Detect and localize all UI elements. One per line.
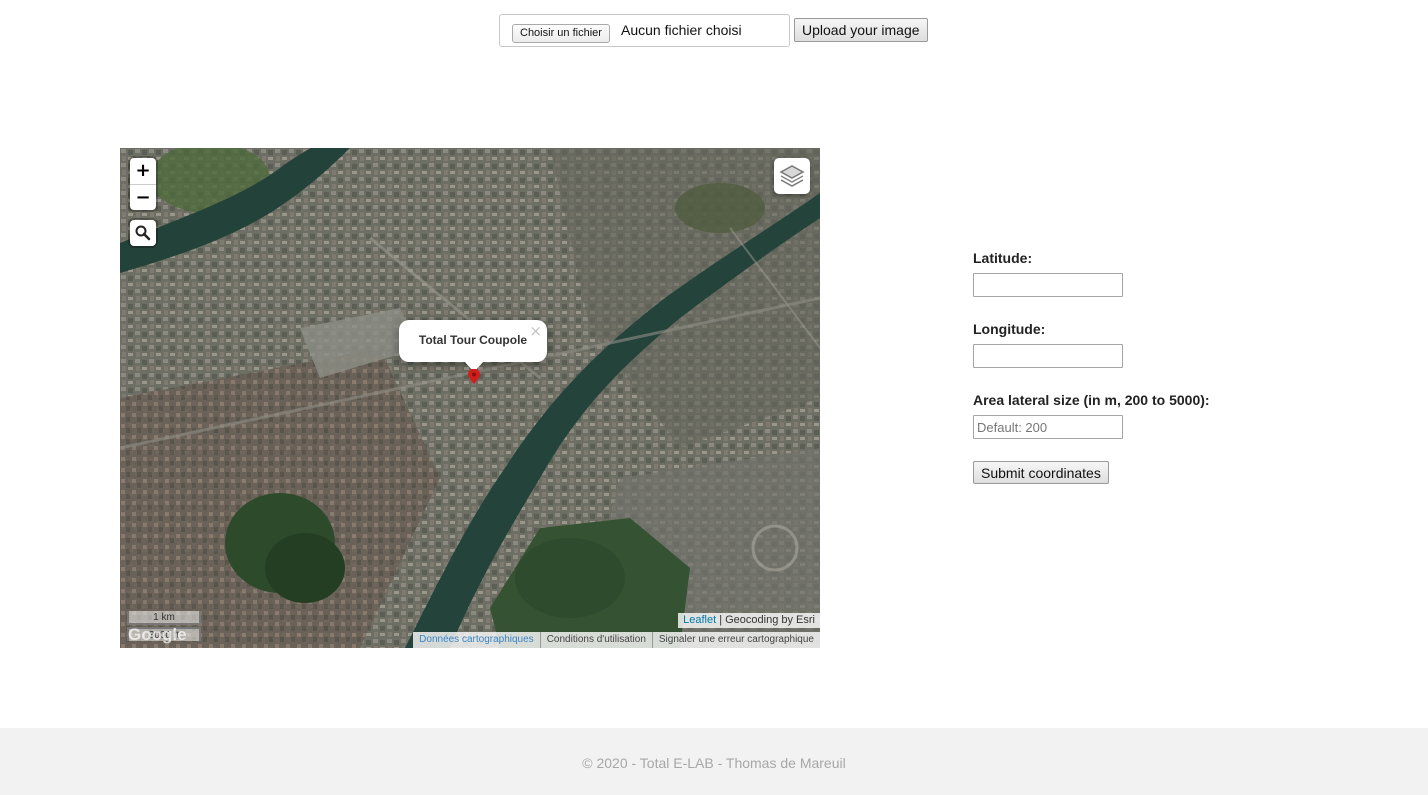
- google-logo: Google: [128, 625, 187, 644]
- layers-icon: [779, 165, 805, 187]
- close-icon[interactable]: ×: [529, 322, 542, 340]
- map-attribution: Leaflet | Geocoding by Esri: [678, 613, 820, 628]
- area-size-placeholder: Default: 200: [977, 420, 1048, 435]
- google-attribution-bar: Données cartographiques Conditions d'uti…: [413, 632, 820, 648]
- footer: © 2020 - Total E-LAB - Thomas de Mareuil: [0, 728, 1428, 795]
- file-status-text: Aucun fichier choisi: [621, 22, 742, 38]
- latitude-input[interactable]: [973, 273, 1123, 297]
- file-input[interactable]: Choisir un fichier Aucun fichier choisi: [499, 14, 790, 47]
- map-data-link[interactable]: Données cartographiques: [413, 632, 540, 648]
- longitude-input[interactable]: [973, 344, 1123, 368]
- area-size-input[interactable]: Default: 200: [973, 415, 1123, 439]
- report-error-link[interactable]: Signaler une erreur cartographique: [651, 632, 820, 648]
- geocoding-attribution: Geocoding by Esri: [725, 614, 815, 626]
- marker-popup: Total Tour Coupole ×: [399, 320, 547, 362]
- zoom-control: + −: [130, 158, 156, 210]
- longitude-label: Longitude:: [973, 321, 1046, 337]
- terms-of-use-link[interactable]: Conditions d'utilisation: [539, 632, 652, 648]
- zoom-out-button[interactable]: −: [130, 184, 156, 210]
- latitude-label: Latitude:: [973, 250, 1033, 266]
- map-search-button[interactable]: [130, 220, 156, 246]
- layers-control-button[interactable]: [774, 158, 810, 194]
- choose-file-button[interactable]: Choisir un fichier: [512, 24, 610, 43]
- leaflet-link[interactable]: Leaflet: [683, 614, 716, 626]
- area-size-label: Area lateral size (in m, 200 to 5000):: [973, 392, 1210, 408]
- map-marker-icon[interactable]: [466, 369, 482, 385]
- footer-copyright: © 2020 - Total E-LAB - Thomas de Mareuil: [582, 755, 846, 771]
- satellite-map[interactable]: + − Total Tour Coupole × 1 km 3000 ft Go…: [120, 148, 820, 648]
- zoom-in-button[interactable]: +: [130, 158, 156, 184]
- popup-title: Total Tour Coupole: [418, 333, 528, 347]
- submit-coordinates-button[interactable]: Submit coordinates: [973, 461, 1109, 484]
- satellite-imagery: [120, 148, 820, 648]
- scale-metric: 1 km: [127, 611, 201, 625]
- search-icon: [135, 225, 151, 241]
- upload-image-button[interactable]: Upload your image: [794, 18, 928, 42]
